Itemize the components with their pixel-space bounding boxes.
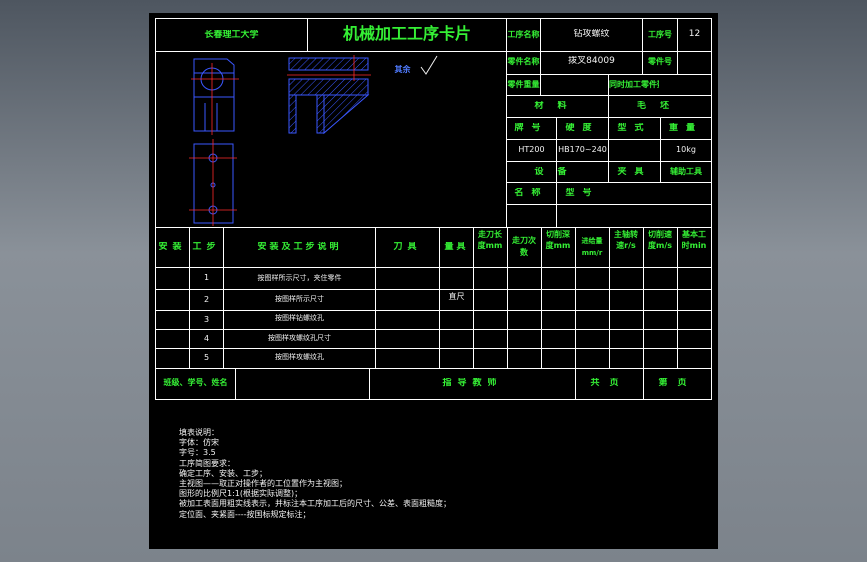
col-tool: 刀具 <box>393 242 422 252</box>
col-gauge: 量具 <box>444 242 469 252</box>
row-5-desc: 按图样攻螺纹孔 <box>275 353 324 361</box>
row-2-desc: 按图样所示尺寸 <box>275 295 324 303</box>
drawing-sheet: 长春理工大学 机械加工工序卡片 工序名称 钻攻螺纹 工序号 12 零件名称 拨叉… <box>149 13 718 549</box>
footer-sheet-label: 第页 <box>658 378 697 388</box>
note-line: 被加工表面用粗实线表示，并标注本工序加工后的尺寸、公差、表面粗糙度； <box>179 499 451 509</box>
row-3-desc: 按图样钻螺纹孔 <box>275 314 324 322</box>
col-depth: 切削深度mm <box>545 230 571 250</box>
col-cut-length: 走刀长度mm <box>477 230 503 250</box>
part-side-view <box>193 143 234 224</box>
note-line: 主视图——取正对操作者的工位置作为主视图； <box>179 479 347 489</box>
footer-page-label: 共页 <box>590 378 629 388</box>
note-line: 图形的比例尺1:1(根据实际调整)； <box>179 489 303 499</box>
row-3-step: 3 <box>203 315 210 324</box>
footer-teacher-label: 指导教师 <box>442 378 503 388</box>
part-section-view <box>288 57 370 135</box>
col-step: 工步 <box>192 242 221 252</box>
row-1-desc: 按图样所示尺寸，夹住零件 <box>257 274 342 282</box>
col-speed: 主轴转速r/s <box>614 230 638 250</box>
col-desc: 安装及工步说明 <box>257 242 342 252</box>
note-line: 确定工序、安装、工步； <box>179 468 267 478</box>
row-2-gauge: 直尺 <box>448 292 465 301</box>
row-5-step: 5 <box>203 353 210 362</box>
roughness-label: 其余 <box>394 65 411 74</box>
footer-class-label: 班级、学号、姓名 <box>163 378 228 387</box>
note-line: 字体：仿宋 <box>179 438 219 448</box>
note-line: 定位面、夹紧面----按国标规定标注； <box>179 509 311 519</box>
note-line: 字号：3.5 <box>179 448 216 458</box>
col-feed: 进给量mm/r <box>581 237 603 257</box>
row-1-step: 1 <box>203 273 210 282</box>
row-4-step: 4 <box>203 334 210 343</box>
note-line: 填表说明： <box>179 428 219 437</box>
part-top-view <box>193 58 235 132</box>
col-passes: 走刀次数 <box>512 236 536 257</box>
col-install: 安装 <box>158 242 187 252</box>
col-cut-speed: 切削速度m/s <box>647 230 673 250</box>
col-base-time: 基本工时min <box>681 230 707 250</box>
row-4-desc: 按图样攻螺纹孔尺寸 <box>268 334 331 342</box>
fill-instructions: 填表说明： 字体：仿宋 字号：3.5 工序简图要求： 确定工序、安装、工步； 主视图——取… <box>179 428 451 520</box>
roughness-symbol <box>420 55 438 75</box>
row-2-step: 2 <box>203 295 210 304</box>
process-sketch <box>189 55 438 226</box>
note-line: 工序简图要求： <box>179 458 235 468</box>
